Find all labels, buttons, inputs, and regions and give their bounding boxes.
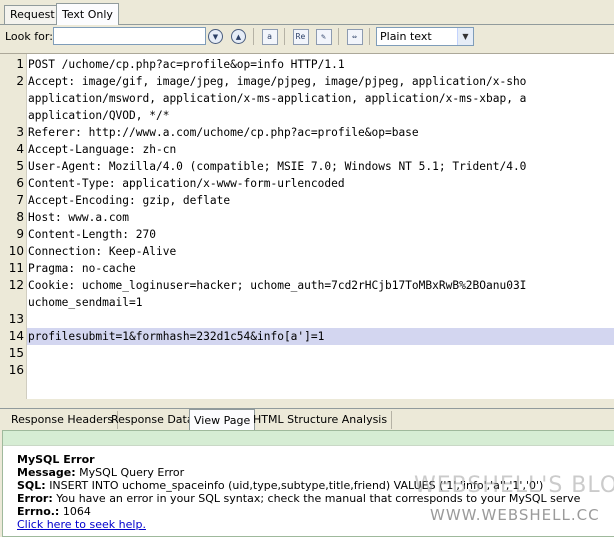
error-message-row: Message: MySQL Query Error: [17, 466, 185, 479]
word-wrap-button[interactable]: ⇔: [346, 28, 363, 45]
editor-line: 11 Pragma: no-cache: [0, 260, 614, 277]
line-text: Cookie: uchome_loginuser=hacker; uchome_…: [28, 279, 527, 292]
tab-view-page[interactable]: View Page: [189, 409, 256, 431]
toolbar-separator: [284, 28, 285, 45]
line-number: 5: [16, 159, 24, 173]
line-text: Content-Type: application/x-www-form-url…: [28, 177, 345, 190]
line-number: 13: [8, 312, 24, 326]
error-title: MySQL Error: [17, 453, 95, 466]
find-next-button[interactable]: ▼: [207, 28, 224, 45]
editor-line: 13: [0, 311, 614, 328]
regex-button[interactable]: Re: [292, 28, 309, 45]
response-tabs: Response Headers Response Data View Page…: [0, 408, 614, 431]
tab-request-label: Request: [10, 8, 55, 21]
search-toolbar: Look for: ▼ ▲ a Re ✎ ⇔ Plain text ▼: [0, 25, 614, 49]
editor-line: 9 Content-Length: 270: [0, 226, 614, 243]
toolbar-separator: [369, 28, 370, 45]
tab-text-only[interactable]: Text Only: [56, 3, 119, 25]
format-select[interactable]: Plain text ▼: [376, 27, 474, 46]
line-text: Content-Length: 270: [28, 228, 156, 241]
editor-line: application/msword, application/x-ms-app…: [0, 90, 614, 107]
line-text: Accept: image/gif, image/jpeg, image/pjp…: [28, 75, 527, 88]
editor-line: 12 Cookie: uchome_loginuser=hacker; uchom…: [0, 277, 614, 294]
line-number: 14: [8, 329, 24, 343]
editor-line: 15: [0, 345, 614, 362]
line-text: Host: www.a.com: [28, 211, 130, 224]
format-select-value: Plain text: [380, 30, 432, 43]
highlight-button[interactable]: ✎: [315, 28, 332, 45]
line-text: POST /uchome/cp.php?ac=profile&op=info H…: [28, 58, 345, 71]
look-for-label: Look for:: [5, 30, 53, 43]
toolbar-separator: [253, 28, 254, 45]
line-text: Connection: Keep-Alive: [28, 245, 177, 258]
editor-line: 1 POST /uchome/cp.php?ac=profile&op=info …: [0, 56, 614, 73]
line-text: profilesubmit=1&formhash=232d1c54&info[a…: [28, 330, 325, 343]
chevron-down-icon[interactable]: ▼: [457, 28, 473, 45]
editor-line: 6 Content-Type: application/x-www-form-ur…: [0, 175, 614, 192]
editor-line: 5 User-Agent: Mozilla/4.0 (compatible; MS…: [0, 158, 614, 175]
error-errno: 1064: [62, 505, 91, 518]
tab-request[interactable]: Request: [4, 5, 61, 24]
tab-html-structure-analysis-label: HTML Structure Analysis: [253, 413, 388, 426]
tab-response-data[interactable]: Response Data: [107, 411, 199, 429]
editor-line: 10 Connection: Keep-Alive: [0, 243, 614, 260]
match-case-icon: a: [261, 28, 278, 45]
editor-line: 16: [0, 362, 614, 379]
line-number: 15: [8, 346, 24, 360]
line-number: 3: [16, 125, 24, 139]
editor-line: 2 Accept: image/gif, image/jpeg, image/pj…: [0, 73, 614, 90]
highlight-icon: ✎: [315, 28, 332, 45]
tab-response-headers-label: Response Headers: [11, 413, 114, 426]
find-previous-icon: ▲: [231, 29, 246, 44]
line-number: 8: [16, 210, 24, 224]
line-number: 9: [16, 227, 24, 241]
toolbar-separator: [338, 28, 339, 45]
line-number: 1: [16, 57, 24, 71]
line-number: 12: [8, 278, 24, 292]
editor-line: 4 Accept-Language: zh-cn: [0, 141, 614, 158]
editor-line: 8 Host: www.a.com: [0, 209, 614, 226]
request-tabs: Request Text Only: [0, 0, 614, 25]
watermark-url: WWW.WEBSHELL.CC: [430, 506, 600, 524]
line-text: Pragma: no-cache: [28, 262, 136, 275]
line-number: 10: [8, 244, 24, 258]
regex-icon: Re: [292, 28, 309, 45]
watermark-title: WEBSHELL'S BLOG: [414, 473, 614, 498]
line-text: Accept-Language: zh-cn: [28, 143, 177, 156]
error-errno-row: Errno.: 1064: [17, 505, 91, 518]
line-number: 2: [16, 74, 24, 88]
request-text-editor[interactable]: 1 POST /uchome/cp.php?ac=profile&op=info …: [0, 53, 614, 399]
line-number: 7: [16, 193, 24, 207]
editor-line: 3 Referer: http://www.a.com/uchome/cp.php…: [0, 124, 614, 141]
tab-view-page-label: View Page: [194, 414, 251, 427]
editor-line: 14 profilesubmit=1&formhash=232d1c54&info…: [0, 328, 614, 345]
line-text: uchome_sendmail=1: [28, 296, 143, 309]
line-text: User-Agent: Mozilla/4.0 (compatible; MSI…: [28, 160, 527, 173]
tab-text-only-label: Text Only: [62, 8, 113, 21]
search-input[interactable]: [53, 27, 206, 45]
line-number: 4: [16, 142, 24, 156]
word-wrap-icon: ⇔: [346, 28, 363, 45]
line-number: 16: [8, 363, 24, 377]
tab-response-data-label: Response Data: [111, 413, 194, 426]
match-case-button[interactable]: a: [261, 28, 278, 45]
editor-line: uchome_sendmail=1: [0, 294, 614, 311]
editor-line: application/QVOD, */*: [0, 107, 614, 124]
line-number: 11: [8, 261, 24, 275]
find-next-icon: ▼: [208, 29, 223, 44]
tab-response-headers[interactable]: Response Headers: [7, 411, 119, 429]
editor-line: 7 Accept-Encoding: gzip, deflate: [0, 192, 614, 209]
seek-help-link[interactable]: Click here to seek help.: [17, 518, 146, 531]
find-previous-button[interactable]: ▲: [230, 28, 247, 45]
line-text: application/msword, application/x-ms-app…: [28, 92, 527, 105]
line-number: 6: [16, 176, 24, 190]
line-text: application/QVOD, */*: [28, 109, 170, 122]
line-text: Referer: http://www.a.com/uchome/cp.php?…: [28, 126, 419, 139]
error-message: MySQL Query Error: [79, 466, 185, 479]
tab-html-structure-analysis[interactable]: HTML Structure Analysis: [249, 411, 393, 429]
line-text: Accept-Encoding: gzip, deflate: [28, 194, 231, 207]
